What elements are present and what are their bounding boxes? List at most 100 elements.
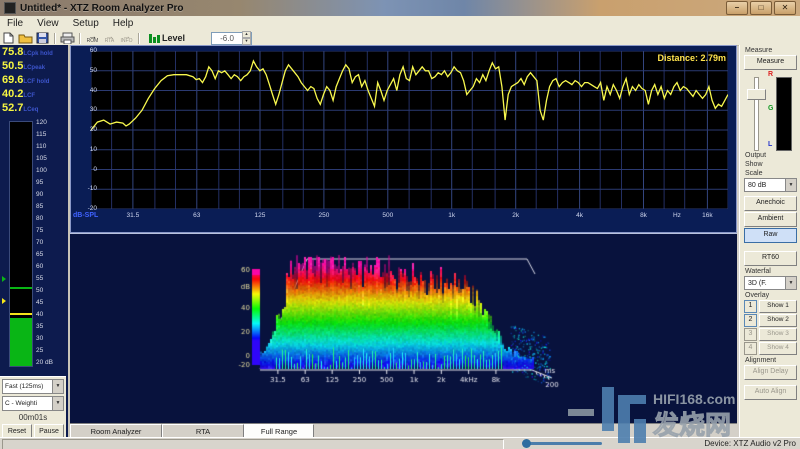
meter-tick-label: 100 — [36, 168, 47, 174]
spl-x-tick: 16k — [702, 212, 712, 219]
reading-lcf-hold: 69.6LCF hold — [2, 74, 68, 88]
close-button[interactable]: ✕ — [774, 1, 796, 15]
spl-x-tick: 4k — [576, 212, 583, 219]
app-window: Untitled* - XTZ Room Analyzer Pro – □ ✕ … — [0, 0, 800, 449]
meter-tick-label: 30 — [36, 336, 43, 342]
anechoic-button[interactable]: Anechoic — [744, 196, 797, 211]
save-icon[interactable] — [35, 32, 50, 44]
spl-y-tick: 20 — [81, 126, 97, 133]
chevron-down-icon[interactable]: ▼ — [785, 179, 796, 191]
weighting-select[interactable]: C - Weighti ▼ — [2, 396, 64, 411]
print-icon[interactable] — [60, 32, 75, 44]
spl-frequency-chart: 6050403020100-10-20 31.5631252505001k2k4… — [70, 45, 737, 233]
reading-label: LCF — [23, 93, 35, 99]
spl-x-tick: 31.5 — [127, 212, 140, 219]
overlay-num-4[interactable]: 4 — [744, 342, 757, 355]
new-file-icon[interactable] — [1, 32, 16, 44]
meter-tick-label: 120 — [36, 120, 47, 126]
menu-item-view[interactable]: View — [30, 18, 66, 29]
scale-select[interactable]: 80 dB ▼ — [744, 178, 797, 192]
meter-hold-line — [10, 313, 32, 315]
spin-up-icon[interactable]: ▲ — [242, 31, 251, 38]
spl-y-tick: -10 — [81, 185, 97, 192]
chevron-down-icon[interactable]: ▼ — [52, 397, 63, 410]
open-file-icon[interactable] — [18, 32, 33, 44]
maximize-button[interactable]: □ — [750, 1, 772, 15]
y-axis-title: dB-SPL — [73, 212, 98, 219]
spl-y-tick: 30 — [81, 106, 97, 113]
view-tabs: Room AnalyzerRTAFull Range — [70, 423, 737, 438]
menu-item-setup[interactable]: Setup — [66, 18, 106, 29]
slider-knob-icon[interactable] — [522, 439, 531, 448]
rt60-button[interactable]: RT60 — [744, 251, 797, 266]
waterfall-mode-select[interactable]: 3D (F. ▼ — [744, 276, 797, 290]
reading-lcf: 40.2LCF — [2, 88, 68, 102]
align-delay-button[interactable]: Align Delay — [744, 365, 797, 380]
speed-select[interactable]: Fast (125ms) ▼ — [2, 379, 64, 394]
meter-tick-label: 25 — [36, 348, 43, 354]
show-label: Show — [740, 161, 800, 168]
meter-tick-label: 45 — [36, 300, 43, 306]
overlay-show-1-button[interactable]: Show 1 — [759, 300, 797, 313]
spl-y-tick: 0 — [81, 166, 97, 173]
spl-x-tick: 125 — [255, 212, 266, 219]
timer-display: 00m01s — [0, 413, 66, 422]
meter-tick-label: 65 — [36, 252, 43, 258]
auto-align-button[interactable]: Auto Align — [744, 385, 797, 400]
export-rom-button[interactable]: → ROM — [84, 33, 101, 44]
spl-y-tick: 50 — [81, 67, 97, 74]
overlay-show-4-button[interactable]: Show 4 — [759, 342, 797, 355]
overlay-num-3[interactable]: 3 — [744, 328, 757, 341]
gain-slider-handle[interactable] — [747, 89, 766, 100]
meter-tick-label: 110 — [36, 144, 46, 150]
chevron-down-icon[interactable]: ▼ — [785, 277, 796, 289]
overlay-num-1[interactable]: 1 — [744, 300, 757, 313]
raw-button[interactable]: Raw — [744, 228, 797, 243]
input-level-meter — [776, 77, 792, 151]
spl-x-tick: 8k — [640, 212, 647, 219]
spl-x-tick: 1k — [448, 212, 455, 219]
overlay-num-2[interactable]: 2 — [744, 314, 757, 327]
meter-tick-label: 20 dB — [36, 360, 53, 366]
minimize-button[interactable]: – — [726, 1, 748, 15]
level-eq-icon — [149, 33, 159, 43]
overlay-label: Overlay — [740, 292, 800, 299]
status-slider[interactable] — [524, 442, 602, 445]
reading-value: 52.7 — [2, 102, 23, 114]
measure-button[interactable]: Measure — [744, 55, 797, 70]
menu-item-file[interactable]: File — [0, 18, 30, 29]
app-icon — [4, 2, 16, 14]
controls-panel: Measure Measure R G L Output Show Scale … — [739, 45, 800, 437]
level-spinner[interactable]: -6.0 ▲ ▼ — [211, 32, 252, 45]
distance-readout: Distance: 2.79m — [657, 53, 726, 63]
spl-readings: 75.8LCpk hold50.5LCpeak69.6LCF hold40.2L… — [2, 46, 68, 116]
output-label: Output — [740, 152, 800, 159]
spin-down-icon[interactable]: ▼ — [242, 38, 251, 45]
meter-l-label: L — [768, 141, 772, 148]
export-info-button[interactable]: → INFO — [118, 33, 135, 44]
spl-curve-svg — [91, 51, 728, 209]
alignment-label: Alignment — [740, 357, 800, 364]
reading-value: 40.2 — [2, 88, 23, 100]
reading-value: 75.8 — [2, 46, 23, 58]
meter-tick-label: 60 — [36, 264, 43, 270]
spl-x-tick: 2k — [512, 212, 519, 219]
meter-tick-label: 90 — [36, 192, 43, 198]
chevron-down-icon[interactable]: ▼ — [52, 380, 63, 393]
export-rta-button[interactable]: → RTA — [101, 33, 118, 44]
level-label: Level — [162, 33, 185, 43]
spl-y-tick: 40 — [81, 87, 97, 94]
meter-r-label: R — [768, 71, 773, 78]
overlay-show-3-button[interactable]: Show 3 — [759, 328, 797, 341]
status-cell — [2, 439, 504, 449]
meter-tick-label: 105 — [36, 156, 47, 162]
reading-lcpeak: 50.5LCpeak — [2, 60, 68, 74]
spl-y-tick: -20 — [81, 205, 97, 212]
menu-item-help[interactable]: Help — [106, 18, 141, 29]
meter-tick-label: 35 — [36, 324, 43, 330]
reading-value: 50.5 — [2, 60, 23, 72]
ambient-button[interactable]: Ambient — [744, 212, 797, 227]
overlay-show-2-button[interactable]: Show 2 — [759, 314, 797, 327]
waterfall-canvas — [230, 234, 575, 394]
spl-y-tick: 60 — [81, 47, 97, 54]
